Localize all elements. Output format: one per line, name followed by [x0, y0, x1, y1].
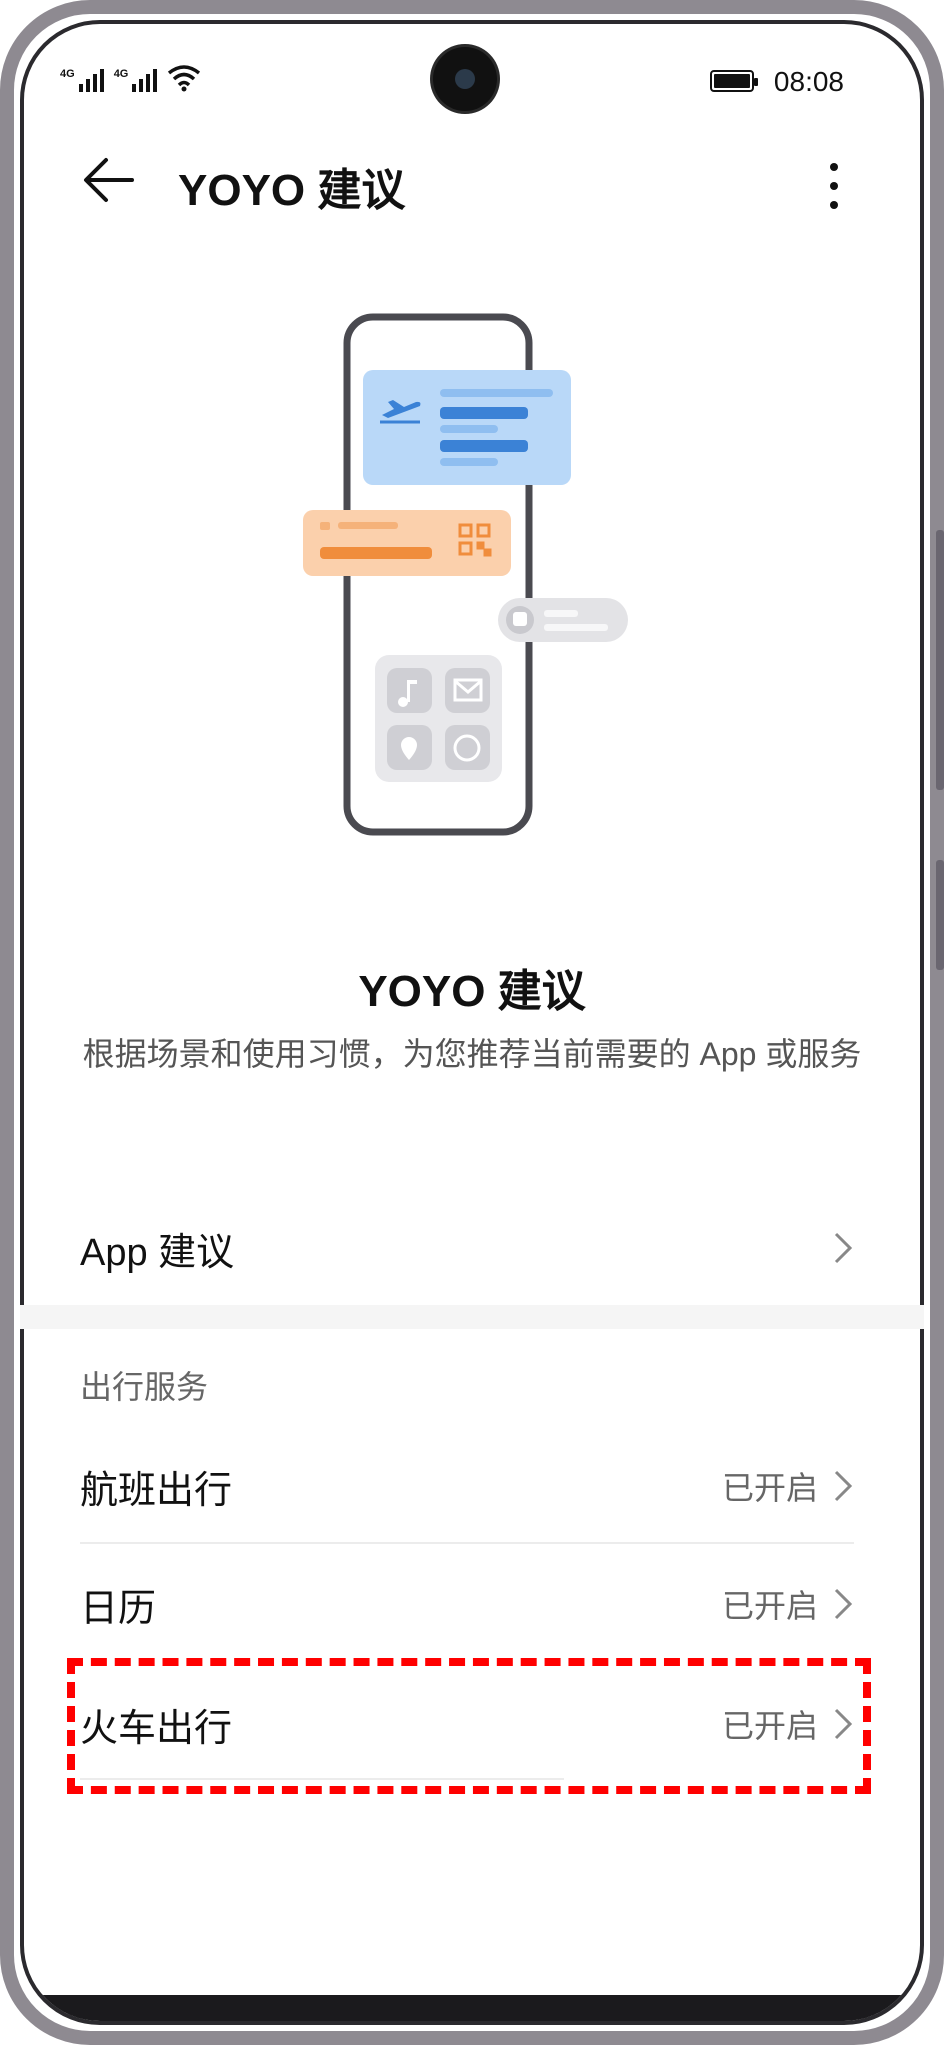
section-divider: [20, 1305, 924, 1329]
row-label: 日历: [80, 1587, 157, 1630]
front-camera: [433, 47, 497, 111]
clock: 08:08: [773, 66, 844, 97]
side-button: [936, 530, 944, 790]
yoyo-illustration: [303, 313, 628, 836]
more-options-icon[interactable]: [826, 155, 842, 215]
battery-icon: [710, 70, 758, 92]
calendar-row[interactable]: 日历 已开启: [80, 1554, 854, 1654]
cell-signal-icon: 4G: [60, 69, 104, 92]
chevron-right-icon: [834, 1588, 853, 1620]
page-title: YOYO 建议: [178, 166, 406, 215]
row-label: 航班出行: [80, 1469, 233, 1512]
flight-travel-row[interactable]: 航班出行 已开启: [80, 1436, 854, 1536]
bottom-bezel: [24, 1995, 920, 2021]
hero-title: YOYO 建议: [358, 967, 586, 1016]
status-text: 已开启: [721, 1470, 818, 1506]
cell-signal-icon: 4G: [114, 69, 158, 92]
signal-indicators: 4G 4G: [60, 64, 201, 92]
network-type: 4G: [60, 68, 75, 80]
section-title: 出行服务: [80, 1369, 209, 1405]
app-suggestion-row[interactable]: App 建议: [80, 1198, 854, 1298]
train-icon: [513, 612, 527, 626]
status-text: 已开启: [721, 1588, 818, 1624]
network-type: 4G: [113, 68, 129, 80]
chevron-right-icon: [834, 1470, 853, 1502]
side-button: [936, 860, 944, 970]
hero-description: 根据场景和使用习惯，为您推荐当前需要的 App 或服务: [82, 1036, 862, 1072]
back-arrow-icon[interactable]: [80, 150, 140, 210]
wifi-icon: [168, 65, 201, 92]
chevron-right-icon: [834, 1232, 853, 1264]
row-label: App 建议: [80, 1231, 235, 1274]
divider: [80, 1542, 854, 1544]
highlight-box: [67, 1658, 871, 1794]
